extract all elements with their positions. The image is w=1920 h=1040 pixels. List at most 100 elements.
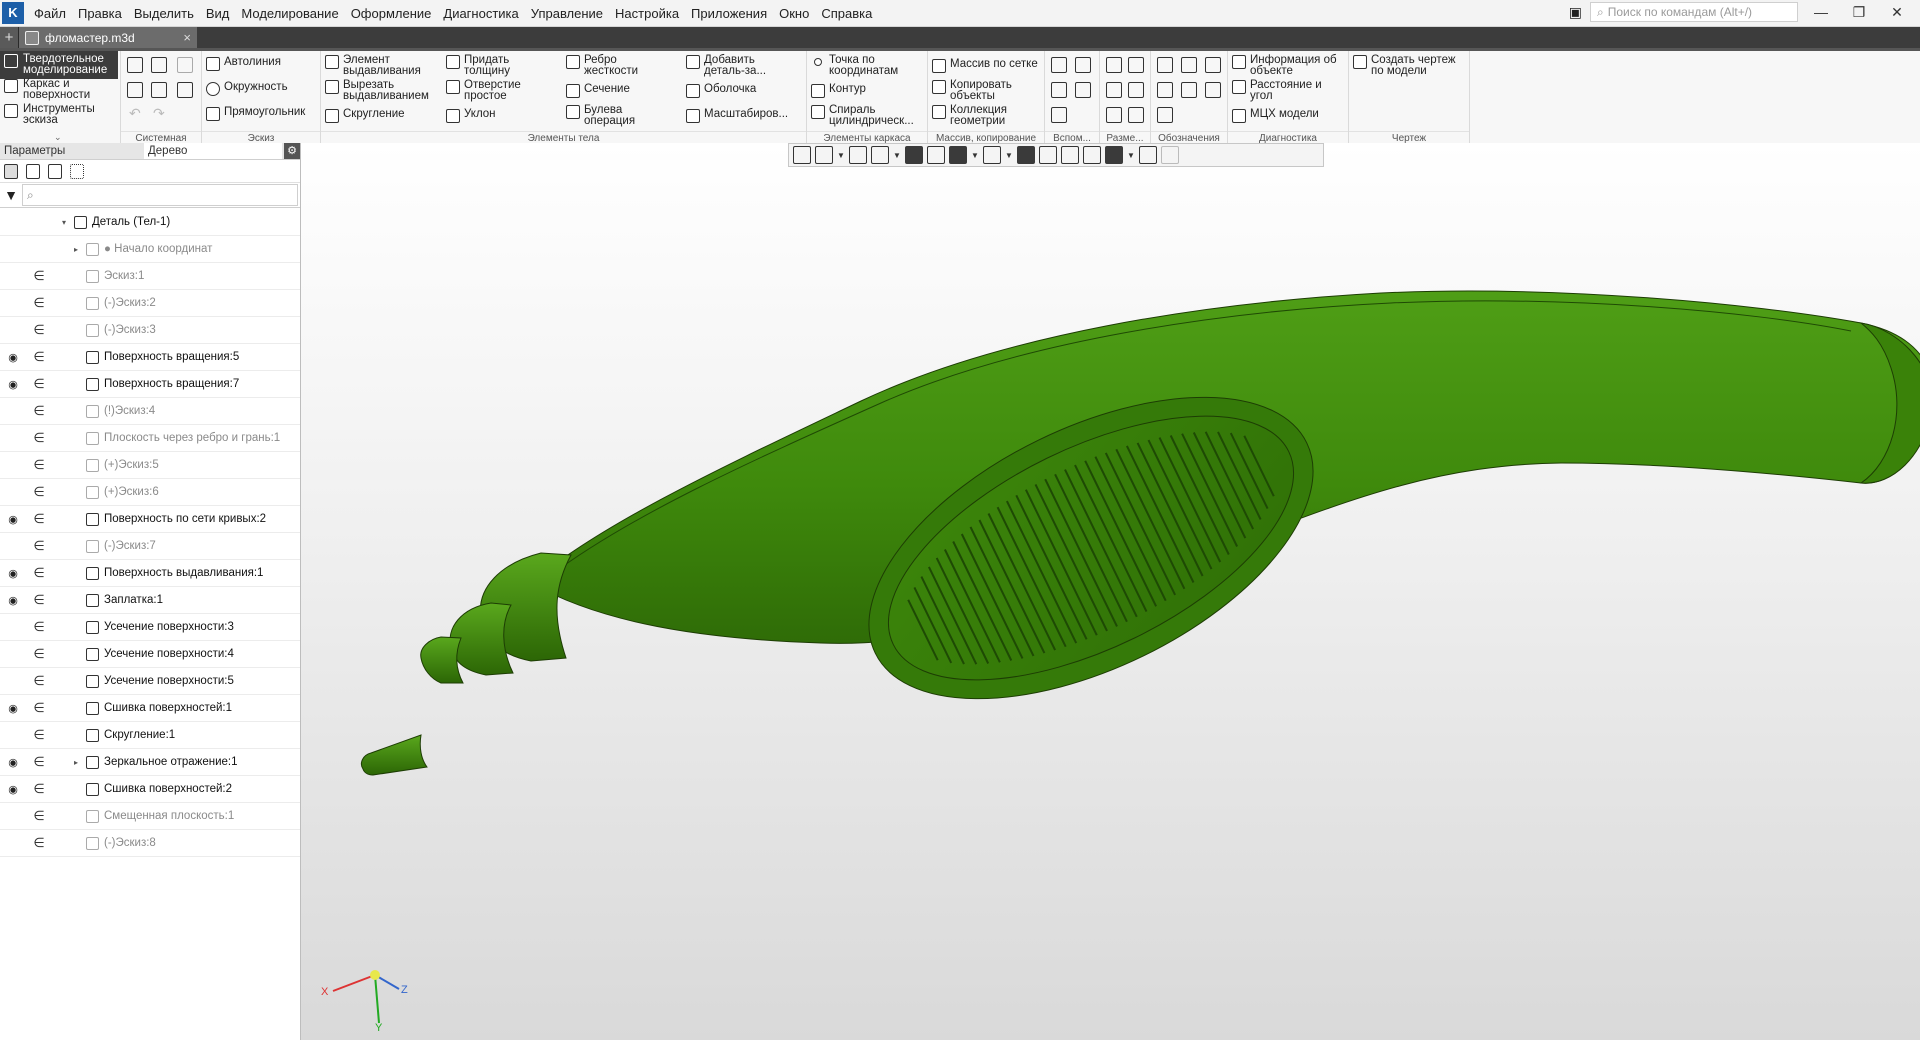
tolerance-icon[interactable]	[1157, 82, 1173, 98]
tree-row[interactable]: ∈ (-)Эскиз:7	[0, 533, 300, 560]
relation-icon[interactable]: ∈	[32, 349, 46, 365]
chevron-down-icon[interactable]: ▼	[837, 151, 845, 160]
save-all-icon[interactable]	[177, 82, 193, 98]
relation-icon[interactable]: ∈	[32, 835, 46, 851]
visibility-eye-icon[interactable]: ◉	[6, 567, 20, 580]
tree-row[interactable]: ▾ Деталь (Тел-1)	[0, 209, 300, 236]
chevron-down-icon[interactable]: ▼	[1005, 151, 1013, 160]
close-tab-icon[interactable]: ×	[183, 30, 191, 45]
pen-model[interactable]	[301, 143, 1920, 1040]
menu-item[interactable]: Окно	[773, 6, 815, 21]
relation-icon[interactable]: ∈	[32, 646, 46, 662]
relation-icon[interactable]: ∈	[32, 430, 46, 446]
shell-button[interactable]: Оболочка	[686, 83, 796, 98]
relation-icon[interactable]: ∈	[32, 700, 46, 716]
tree-row[interactable]: ◉ ∈ Сшивка поверхностей:1	[0, 695, 300, 722]
roughness-icon[interactable]	[1181, 57, 1197, 73]
fillet-button[interactable]: Скругление	[325, 108, 429, 123]
visibility-eye-icon[interactable]: ◉	[6, 378, 20, 391]
circle-button[interactable]: Окружность	[206, 81, 288, 96]
relation-icon[interactable]: ∈	[32, 376, 46, 392]
arc-dim-icon[interactable]	[1128, 107, 1144, 123]
print-icon[interactable]	[127, 82, 143, 98]
base-icon[interactable]	[1205, 57, 1221, 73]
zoom-icon[interactable]	[815, 146, 833, 164]
minimize-button[interactable]: —	[1806, 4, 1836, 20]
cut-extrude-button[interactable]: Вырезать выдавливанием	[325, 79, 429, 102]
rib-button[interactable]: Ребро жесткости	[566, 54, 666, 77]
preview-icon[interactable]	[151, 82, 167, 98]
relation-icon[interactable]: ∈	[32, 322, 46, 338]
relation-icon[interactable]: ∈	[32, 781, 46, 797]
chevron-down-icon[interactable]: ▼	[971, 151, 979, 160]
undo-icon[interactable]: ↶	[129, 105, 141, 122]
tree-select-icon[interactable]	[70, 163, 84, 179]
chevron-down-icon[interactable]: ▼	[893, 151, 901, 160]
relation-icon[interactable]: ∈	[32, 403, 46, 419]
mode-solid-modeling[interactable]: Твердотельное моделирование	[0, 51, 118, 79]
rectangle-button[interactable]: Прямоугольник	[206, 106, 305, 121]
relation-icon[interactable]: ∈	[32, 754, 46, 770]
new-file-icon[interactable]	[127, 57, 143, 73]
mass-properties-button[interactable]: МЦХ модели	[1232, 108, 1346, 123]
shaded-edges-icon[interactable]	[905, 146, 923, 164]
tree-row[interactable]: ∈ (-)Эскиз:8	[0, 830, 300, 857]
snap-icon[interactable]	[1017, 146, 1035, 164]
3d-viewport[interactable]: ▼ ▼ ▼ ▼ ▼ X Y Z	[301, 143, 1920, 1040]
add-tab-button[interactable]: +	[0, 27, 18, 48]
relation-icon[interactable]: ∈	[32, 484, 46, 500]
object-info-button[interactable]: Информация об объекте	[1232, 54, 1346, 77]
tree-row[interactable]: ▸ ● Начало координат	[0, 236, 300, 263]
aux-point-icon[interactable]	[1051, 82, 1067, 98]
section-button[interactable]: Сечение	[566, 83, 666, 98]
tree-row[interactable]: ∈ Эскиз:1	[0, 263, 300, 290]
mode-sketch-tools[interactable]: Инструменты эскиза	[0, 101, 118, 129]
tree-sequence-icon[interactable]	[26, 163, 40, 179]
distance-angle-button[interactable]: Расстояние и угол	[1232, 79, 1346, 102]
angular-dim-icon[interactable]	[1106, 82, 1122, 98]
tree-row[interactable]: ◉ ∈ Поверхность по сети кривых:2	[0, 506, 300, 533]
create-drawing-button[interactable]: Создать чертеж по модели	[1353, 54, 1465, 77]
visibility-eye-icon[interactable]: ◉	[6, 351, 20, 364]
tab-parameters[interactable]: Параметры	[0, 143, 144, 159]
menu-item[interactable]: Файл	[28, 6, 72, 21]
relation-icon[interactable]: ∈	[32, 619, 46, 635]
tab-tree[interactable]: Дерево	[144, 143, 282, 159]
tree-row[interactable]: ◉ ∈ Поверхность вращения:7	[0, 371, 300, 398]
tree-bodies-icon[interactable]	[48, 163, 62, 179]
grid-pattern-button[interactable]: Массив по сетке	[932, 58, 1044, 73]
tree-row[interactable]: ∈ Усечение поверхности:5	[0, 668, 300, 695]
simple-hole-button[interactable]: Отверстие простое	[446, 79, 546, 102]
view-orient-icon[interactable]	[871, 146, 889, 164]
contour-button[interactable]: Контур	[811, 83, 923, 98]
weld-icon[interactable]	[1205, 82, 1221, 98]
add-blank-part-button[interactable]: Добавить деталь-за...	[686, 54, 796, 77]
tree-row[interactable]: ∈ (!)Эскиз:4	[0, 398, 300, 425]
visibility-eye-icon[interactable]: ◉	[6, 594, 20, 607]
tree-row[interactable]: ∈ (+)Эскиз:5	[0, 452, 300, 479]
aux-line-icon[interactable]	[1051, 107, 1067, 123]
tree-row[interactable]: ◉ ∈ Поверхность выдавливания:1	[0, 560, 300, 587]
diam-dim-icon[interactable]	[1128, 82, 1144, 98]
tree-row[interactable]: ∈ (-)Эскиз:3	[0, 317, 300, 344]
visibility-eye-icon[interactable]: ◉	[6, 783, 20, 796]
relation-icon[interactable]: ∈	[32, 511, 46, 527]
tree-row[interactable]: ∈ (-)Эскиз:2	[0, 290, 300, 317]
menu-item[interactable]: Выделить	[128, 6, 200, 21]
relation-icon[interactable]: ∈	[32, 538, 46, 554]
relation-icon[interactable]: ∈	[32, 457, 46, 473]
document-tab[interactable]: фломастер.m3d ×	[18, 27, 197, 48]
orientation-icon[interactable]	[793, 146, 811, 164]
panel-toggle-icon[interactable]: ▣	[1569, 4, 1582, 21]
menu-item[interactable]: Вид	[200, 6, 236, 21]
aux-plane-icon[interactable]	[1051, 57, 1067, 73]
relation-icon[interactable]: ∈	[32, 727, 46, 743]
text-icon[interactable]	[1157, 107, 1173, 123]
gear-icon[interactable]: ⚙	[284, 143, 300, 159]
menu-item[interactable]: Диагностика	[437, 6, 524, 21]
tree-row[interactable]: ∈ Усечение поверхности:4	[0, 641, 300, 668]
tree-row[interactable]: ◉ ∈ Заплатка:1	[0, 587, 300, 614]
menu-item[interactable]: Правка	[72, 6, 128, 21]
tree-row[interactable]: ◉ ∈ ▸ Зеркальное отражение:1	[0, 749, 300, 776]
selection-filter-icon[interactable]	[1105, 146, 1123, 164]
